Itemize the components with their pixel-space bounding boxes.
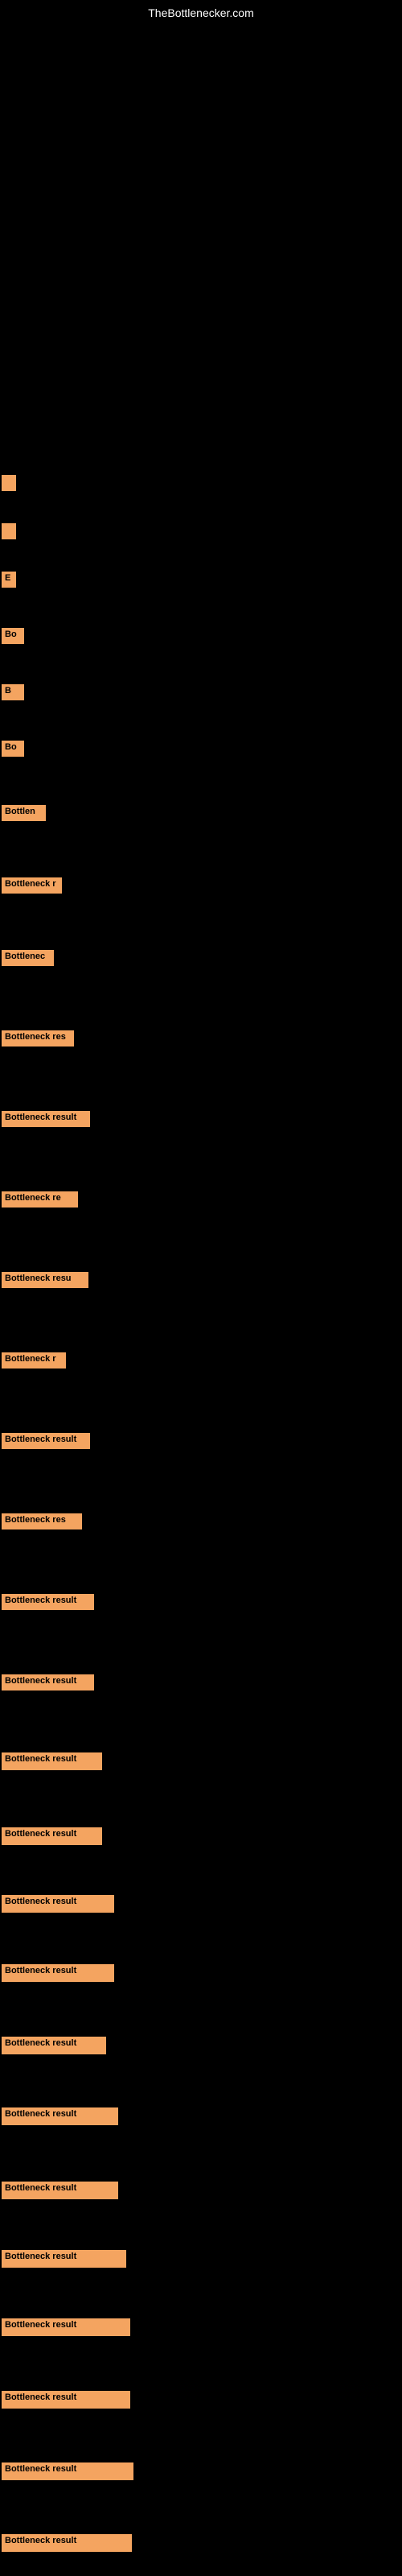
bottleneck-result-label: Bo xyxy=(2,741,24,757)
bottleneck-result-label xyxy=(2,475,16,491)
bottleneck-result-label: Bottleneck result xyxy=(2,2182,118,2199)
bottleneck-result-label: Bottleneck result xyxy=(2,1752,102,1770)
bottleneck-result-label: Bottleneck result xyxy=(2,2107,118,2125)
site-title: TheBottlenecker.com xyxy=(148,6,254,19)
bottleneck-result-label: E xyxy=(2,572,16,588)
bottleneck-result-label xyxy=(2,523,16,539)
bottleneck-result-label: Bottleneck re xyxy=(2,1191,78,1208)
bottleneck-result-label: Bottleneck result xyxy=(2,1594,94,1610)
bottleneck-result-label: Bottleneck r xyxy=(2,877,62,894)
bottleneck-result-label: Bottlen xyxy=(2,805,46,821)
bottleneck-result-label: Bo xyxy=(2,628,24,644)
bottleneck-result-label: Bottleneck result xyxy=(2,2037,106,2054)
bottleneck-result-label: Bottlenec xyxy=(2,950,54,966)
bottleneck-result-label: Bottleneck result xyxy=(2,2534,132,2552)
bottleneck-result-label: Bottleneck result xyxy=(2,1433,90,1449)
bottleneck-result-label: Bottleneck resu xyxy=(2,1272,88,1288)
bottleneck-result-label: Bottleneck result xyxy=(2,1111,90,1127)
bottleneck-result-label: Bottleneck result xyxy=(2,2462,133,2480)
bottleneck-result-label: Bottleneck res xyxy=(2,1513,82,1530)
bottleneck-result-label: Bottleneck result xyxy=(2,1674,94,1690)
bottleneck-result-label: Bottleneck result xyxy=(2,2391,130,2409)
bottleneck-result-label: Bottleneck result xyxy=(2,2250,126,2268)
bottleneck-result-label: Bottleneck r xyxy=(2,1352,66,1368)
bottleneck-result-label: B xyxy=(2,684,24,700)
bottleneck-result-label: Bottleneck result xyxy=(2,2318,130,2336)
bottleneck-result-label: Bottleneck result xyxy=(2,1895,114,1913)
bottleneck-result-label: Bottleneck result xyxy=(2,1964,114,1982)
bottleneck-result-label: Bottleneck result xyxy=(2,1827,102,1845)
bottleneck-result-label: Bottleneck res xyxy=(2,1030,74,1046)
